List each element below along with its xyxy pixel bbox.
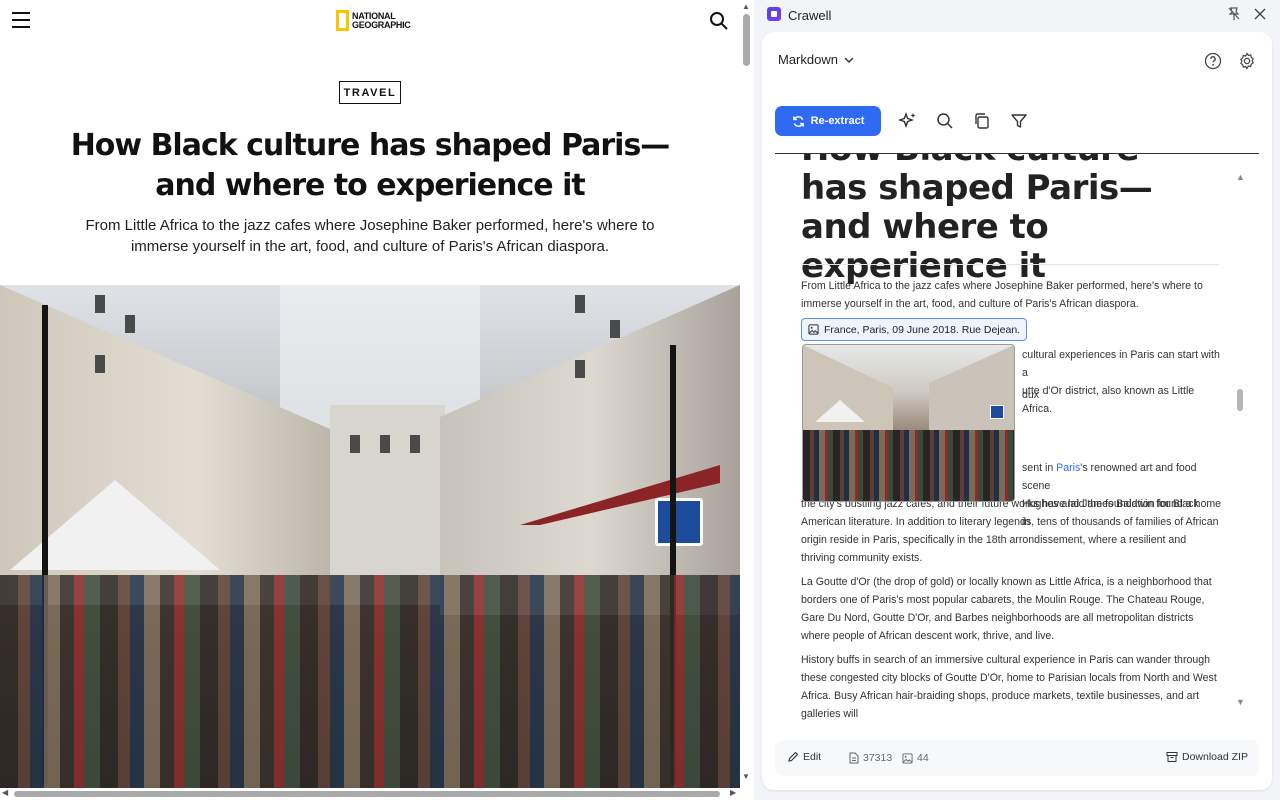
heading-rule (801, 264, 1219, 265)
paris-link[interactable]: Paris (1056, 462, 1080, 474)
vertical-scroll-thumb[interactable] (743, 14, 750, 66)
hero-building-right (440, 285, 740, 615)
chevron-down-icon (844, 57, 854, 63)
word-count-value: 37313 (863, 752, 893, 764)
archive-icon (1166, 752, 1178, 762)
horizontal-scrollbar[interactable]: ◀ ▶ (0, 788, 740, 800)
preview-paragraph: La Goutte d'Or (the drop of gold) or loc… (801, 576, 1212, 642)
download-zip-button[interactable]: Download ZIP (1166, 751, 1248, 763)
logo-text: NATIONAL GEOGRAPHIC (352, 11, 422, 30)
vertical-scrollbar[interactable]: ▲ ▼ (740, 0, 754, 800)
scroll-up-arrow-icon[interactable]: ▲ (742, 2, 750, 11)
unpin-icon[interactable] (1226, 6, 1242, 22)
preview-scroll-down-icon[interactable]: ▼ (1236, 697, 1245, 707)
hero-window (380, 435, 390, 453)
preview-text-fragment: cultural experiences in Paris can start … (1022, 346, 1222, 418)
preview-paragraph: History buffs in search of an immersive … (801, 654, 1217, 720)
scroll-down-arrow-icon[interactable]: ▼ (742, 772, 750, 781)
preview-building-right (929, 345, 1014, 440)
download-label: Download ZIP (1182, 751, 1248, 763)
hero-crowd (0, 575, 740, 790)
logo-yellow-frame (336, 10, 349, 31)
ai-sparkle-icon[interactable] (898, 111, 918, 131)
image-caption-text: France, Paris, 09 June 2018. Rue Dejean. (824, 323, 1021, 336)
natgeo-logo[interactable]: NATIONAL GEOGRAPHIC (336, 10, 422, 31)
hero-window (95, 295, 105, 313)
hero-window (610, 320, 620, 338)
extraction-card: Markdown Re-extract has shaped Paris—and… (762, 32, 1272, 790)
format-label: Markdown (778, 52, 838, 67)
preview-scroll-up-icon[interactable]: ▲ (1236, 172, 1245, 182)
pencil-icon (788, 751, 799, 762)
horizontal-scroll-thumb[interactable] (14, 791, 720, 797)
search-icon[interactable] (935, 111, 955, 131)
gear-icon[interactable] (1238, 52, 1256, 70)
edit-label: Edit (803, 751, 822, 763)
crawell-app-icon (767, 7, 781, 21)
image-count-value: 44 (917, 752, 929, 764)
preview-crowd (803, 430, 1014, 501)
preview-building-left (803, 345, 893, 440)
image-caption-chip[interactable]: France, Paris, 09 June 2018. Rue Dejean. (801, 318, 1028, 341)
copy-icon[interactable] (972, 111, 992, 131)
logo-line2: GEOGRAPHIC (352, 19, 411, 30)
image-hover-preview (802, 344, 1015, 502)
action-toolbar: Re-extract (775, 106, 1029, 136)
webpage-viewport: NATIONAL GEOGRAPHIC TRAVEL How Black cul… (0, 0, 740, 800)
help-icon[interactable] (1204, 52, 1222, 70)
hero-image (0, 285, 740, 790)
preview-scroll-thumb[interactable] (1237, 389, 1243, 411)
preview-paragraph: the city's bustling jazz cafes, and thei… (801, 498, 1219, 564)
article-dek: From Little Africa to the jazz cafes whe… (85, 217, 655, 255)
article-headline: How Black culture has shaped Paris—and w… (70, 128, 671, 203)
markdown-preview[interactable]: How Black culture has shaped Paris—and w… (762, 154, 1272, 734)
refresh-icon (792, 115, 804, 127)
section-kicker[interactable]: TRAVEL (339, 81, 401, 104)
panel-titlebar: Crawell (754, 0, 1280, 30)
panel-footer: Edit 37313 44 Download ZIP (775, 740, 1259, 776)
pedestrian-sign-icon (655, 498, 703, 546)
hero-window (410, 435, 420, 453)
reextract-label: Re-extract (810, 115, 865, 127)
hero-window (125, 315, 135, 333)
preview-sign (990, 405, 1004, 419)
hero-window (575, 360, 585, 378)
menu-icon[interactable] (12, 12, 30, 28)
fragment-pre: sent in (1022, 462, 1057, 474)
search-icon[interactable] (709, 11, 729, 31)
image-icon (902, 752, 913, 764)
format-dropdown[interactable]: Markdown (778, 52, 854, 67)
reextract-button[interactable]: Re-extract (775, 106, 881, 136)
site-header: NATIONAL GEOGRAPHIC (0, 0, 740, 44)
fragment-a: cultural experiences in Paris can start … (1022, 349, 1220, 379)
document-icon (849, 752, 859, 764)
image-count: 44 (902, 752, 929, 764)
close-icon[interactable] (1252, 6, 1268, 22)
preview-text-fragment: dux (1022, 389, 1040, 401)
scroll-right-arrow-icon[interactable]: ▶ (730, 788, 736, 797)
preview-intro: From Little Africa to the jazz cafes whe… (801, 280, 1203, 310)
hero-window (95, 355, 105, 373)
scroll-left-arrow-icon[interactable]: ◀ (2, 788, 8, 797)
edit-button[interactable]: Edit (787, 751, 821, 763)
hero-window (575, 295, 585, 313)
image-icon (808, 324, 819, 335)
word-count: 37313 (849, 752, 892, 764)
app-title: Crawell (788, 8, 832, 23)
hero-window (350, 435, 360, 453)
preview-heading: How Black culture has shaped Paris—and w… (801, 154, 1153, 286)
crawell-panel: Crawell Markdown Re-extract has shaped P… (754, 0, 1280, 800)
filter-icon[interactable] (1009, 111, 1029, 131)
